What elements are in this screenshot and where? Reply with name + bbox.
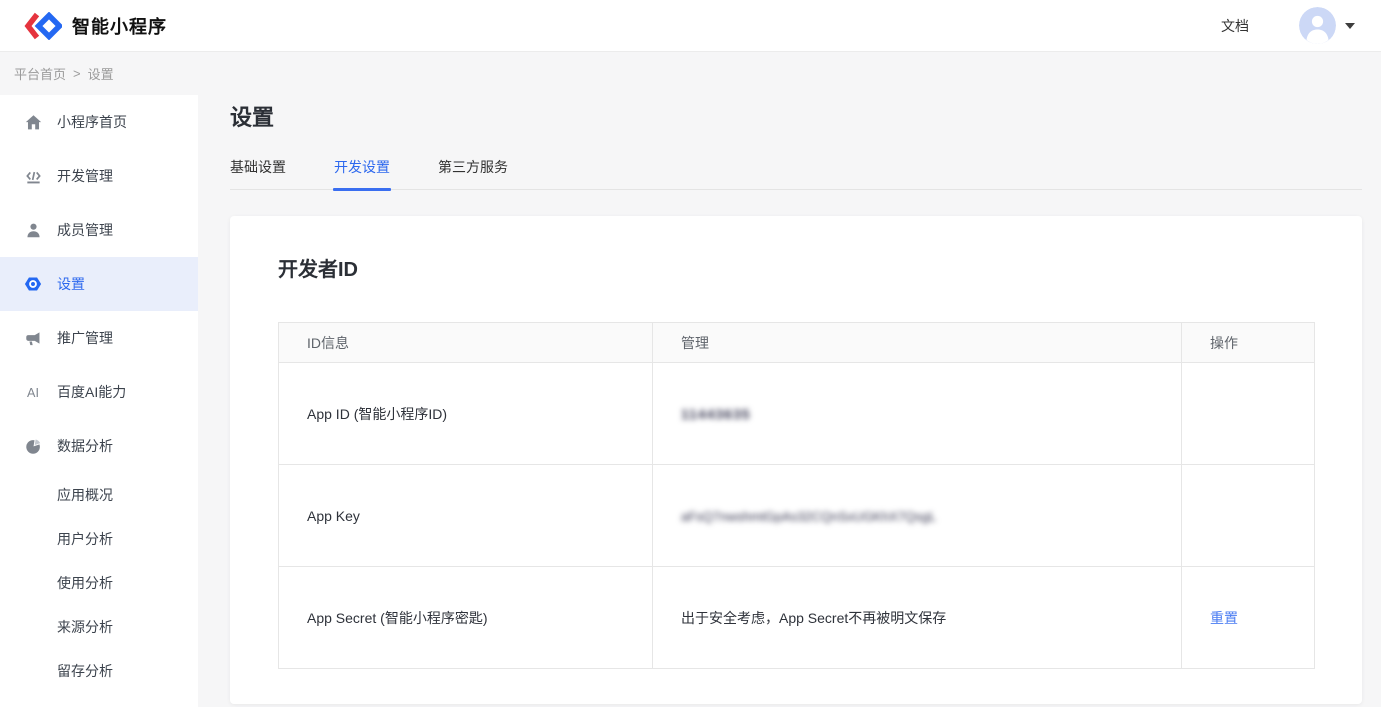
brand[interactable]: 智能小程序 xyxy=(24,12,167,40)
top-bar: 智能小程序 文档 xyxy=(0,0,1381,52)
sidebar-subitem-usage-analysis[interactable]: 使用分析 xyxy=(0,561,198,605)
docs-link[interactable]: 文档 xyxy=(1221,16,1249,36)
action-cell xyxy=(1182,465,1315,567)
main-content: 设置 基础设置 开发设置 第三方服务 开发者ID ID信息 管理 操作 App … xyxy=(230,95,1362,704)
column-header-id-info: ID信息 xyxy=(279,323,653,363)
app-key-value-blurred: aFsQ7nwshmtGpAs32CQnSxUGKhX7QsgL xyxy=(681,509,936,524)
top-bar-right: 文档 xyxy=(1221,7,1355,44)
sidebar-item-promotion[interactable]: 推广管理 xyxy=(0,311,198,365)
row-label: App ID (智能小程序ID) xyxy=(279,363,653,465)
sidebar-subitem-label: 使用分析 xyxy=(57,573,113,593)
megaphone-icon xyxy=(24,329,42,347)
svg-text:AI: AI xyxy=(27,386,39,400)
sidebar-item-analytics[interactable]: 数据分析 xyxy=(0,419,198,473)
reset-link[interactable]: 重置 xyxy=(1210,610,1238,626)
sidebar-subitem-label: 用户分析 xyxy=(57,529,113,549)
brand-name: 智能小程序 xyxy=(72,13,167,39)
column-header-action: 操作 xyxy=(1182,323,1315,363)
settings-icon xyxy=(24,275,42,293)
sidebar-item-ai[interactable]: AI 百度AI能力 xyxy=(0,365,198,419)
tabs: 基础设置 开发设置 第三方服务 xyxy=(230,157,1362,190)
sidebar-item-label: 推广管理 xyxy=(57,328,113,348)
table-row-app-id: App ID (智能小程序ID) 11443635 xyxy=(279,363,1315,465)
sidebar-item-label: 小程序首页 xyxy=(57,112,127,132)
sidebar-item-label: 开发管理 xyxy=(57,166,113,186)
page-title: 设置 xyxy=(230,103,1362,133)
sidebar-item-members[interactable]: 成员管理 xyxy=(0,203,198,257)
breadcrumb: 平台首页 > 设置 xyxy=(0,52,1381,95)
pie-chart-icon xyxy=(24,437,42,455)
sidebar-item-label: 百度AI能力 xyxy=(57,382,126,402)
breadcrumb-home[interactable]: 平台首页 xyxy=(14,64,66,83)
sidebar-subitem-source-analysis[interactable]: 来源分析 xyxy=(0,605,198,649)
breadcrumb-current: 设置 xyxy=(88,64,114,83)
tab-dev-settings[interactable]: 开发设置 xyxy=(334,157,390,189)
code-icon xyxy=(24,167,42,185)
column-header-manage: 管理 xyxy=(653,323,1182,363)
sidebar-item-dev-manage[interactable]: 开发管理 xyxy=(0,149,198,203)
sidebar-subitem-app-overview[interactable]: 应用概况 xyxy=(0,473,198,517)
sidebar-subitem-user-analysis[interactable]: 用户分析 xyxy=(0,517,198,561)
sidebar: 小程序首页 开发管理 成员管理 设置 xyxy=(0,95,198,707)
app-secret-note: 出于安全考虑，App Secret不再被明文保存 xyxy=(653,567,1182,669)
home-icon xyxy=(24,113,42,131)
developer-id-card: 开发者ID ID信息 管理 操作 App ID (智能小程序ID) 114436… xyxy=(230,216,1362,704)
sidebar-item-settings[interactable]: 设置 xyxy=(0,257,198,311)
sidebar-item-home[interactable]: 小程序首页 xyxy=(0,95,198,149)
sidebar-item-label: 设置 xyxy=(57,274,85,294)
sidebar-subitem-retention-analysis[interactable]: 留存分析 xyxy=(0,649,198,693)
action-cell xyxy=(1182,363,1315,465)
table-row-app-key: App Key aFsQ7nwshmtGpAs32CQnSxUGKhX7QsgL xyxy=(279,465,1315,567)
table-row-app-secret: App Secret (智能小程序密匙) 出于安全考虑，App Secret不再… xyxy=(279,567,1315,669)
sidebar-subitem-label: 留存分析 xyxy=(57,661,113,681)
sidebar-subitem-label: 来源分析 xyxy=(57,617,113,637)
chevron-down-icon[interactable] xyxy=(1345,23,1355,29)
tab-third-party[interactable]: 第三方服务 xyxy=(438,157,508,189)
app-id-value-blurred: 11443635 xyxy=(681,406,751,422)
developer-id-table: ID信息 管理 操作 App ID (智能小程序ID) 11443635 App… xyxy=(278,322,1315,669)
card-title: 开发者ID xyxy=(278,256,1314,284)
table-header-row: ID信息 管理 操作 xyxy=(279,323,1315,363)
sidebar-subitem-label: 应用概况 xyxy=(57,485,113,505)
avatar[interactable] xyxy=(1299,7,1336,44)
tab-basic-settings[interactable]: 基础设置 xyxy=(230,157,286,189)
row-label: App Secret (智能小程序密匙) xyxy=(279,567,653,669)
sidebar-item-label: 成员管理 xyxy=(57,220,113,240)
sidebar-item-label: 数据分析 xyxy=(57,436,113,456)
breadcrumb-separator: > xyxy=(73,66,81,81)
ai-icon: AI xyxy=(24,383,42,401)
member-icon xyxy=(24,221,42,239)
smart-program-logo-icon xyxy=(24,12,62,40)
row-label: App Key xyxy=(279,465,653,567)
